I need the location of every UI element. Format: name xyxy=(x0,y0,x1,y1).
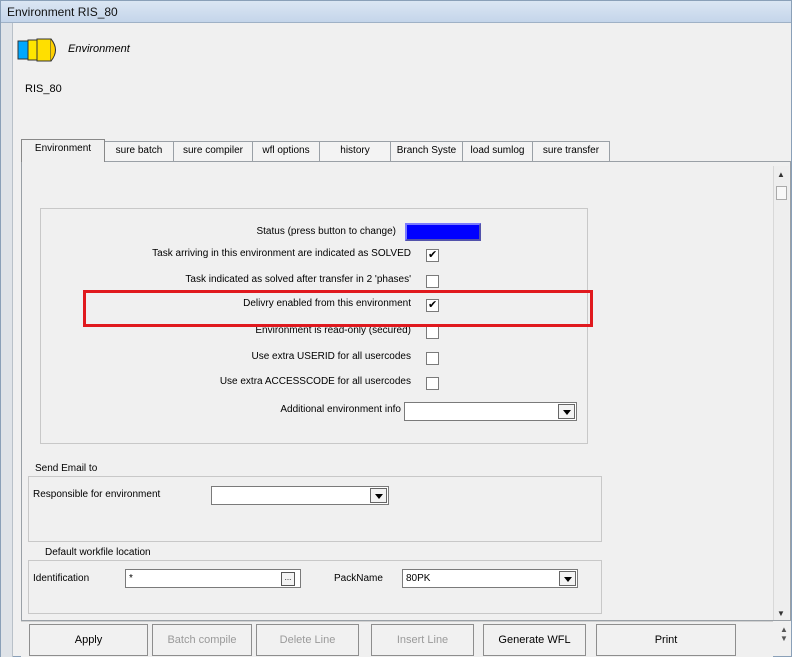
send-email-title: Send Email to xyxy=(33,463,100,474)
chevron-down-icon[interactable] xyxy=(370,488,387,503)
batch-compile-button[interactable]: Batch compile xyxy=(152,624,252,656)
identification-value: * xyxy=(129,573,133,584)
generate-wfl-button[interactable]: Generate WFL xyxy=(483,624,586,656)
tab-sure-compiler[interactable]: sure compiler xyxy=(173,141,253,161)
tab-environment[interactable]: Environment xyxy=(21,139,105,162)
environment-icon xyxy=(17,38,56,62)
solved-checkbox[interactable] xyxy=(426,248,439,262)
environment-heading: Environment xyxy=(68,43,130,55)
button-bar: Apply Batch compile Delete Line Insert L… xyxy=(21,621,773,657)
apply-button[interactable]: Apply xyxy=(29,624,148,656)
extra-accesscode-label: Use extra ACCESSCODE for all usercodes xyxy=(219,376,411,387)
packname-value: 80PK xyxy=(406,573,431,584)
chevron-down-icon[interactable] xyxy=(559,571,576,586)
packname-label: PackName xyxy=(334,573,383,584)
tab-sure-batch[interactable]: sure batch xyxy=(104,141,174,161)
send-email-group: Send Email to Responsible for environmen… xyxy=(28,463,602,542)
responsible-label: Responsible for environment xyxy=(33,489,161,500)
workfile-location-title: Default workfile location xyxy=(43,547,153,558)
insert-line-button[interactable]: Insert Line xyxy=(371,624,474,656)
packname-select[interactable]: 80PK xyxy=(402,569,578,588)
browse-icon[interactable]: ... xyxy=(281,572,295,586)
title-bar[interactable]: Environment RIS_80 xyxy=(1,1,791,23)
extra-userid-label: Use extra USERID for all usercodes xyxy=(251,351,411,362)
button-bar-scroll[interactable]: ▲ ▼ xyxy=(777,625,791,653)
tab-wfl-options[interactable]: wfl options xyxy=(252,141,320,161)
tab-sure-transfer[interactable]: sure transfer xyxy=(532,141,610,161)
environment-name: RIS_80 xyxy=(25,83,62,95)
two-phase-label: Task indicated as solved after transfer … xyxy=(185,274,411,285)
responsible-select[interactable] xyxy=(211,486,389,505)
solved-label: Task arriving in this environment are in… xyxy=(152,248,411,259)
read-only-checkbox[interactable] xyxy=(426,326,439,339)
left-rail xyxy=(1,23,13,657)
scroll-down-icon[interactable]: ▼ xyxy=(777,609,785,618)
scroll-thumb[interactable] xyxy=(776,186,787,200)
delivery-highlight-box xyxy=(83,290,593,327)
vertical-scrollbar[interactable]: ▲ ▼ xyxy=(773,166,789,620)
window-title: Environment RIS_80 xyxy=(7,5,118,19)
status-button[interactable] xyxy=(405,223,481,241)
chevron-down-icon[interactable] xyxy=(558,404,575,419)
status-label: Status (press button to change) xyxy=(256,226,396,237)
extra-accesscode-checkbox[interactable] xyxy=(426,377,439,390)
additional-info-label: Additional environment info xyxy=(280,404,401,415)
identification-label: Identification xyxy=(33,573,90,584)
print-button[interactable]: Print xyxy=(596,624,736,656)
identification-field[interactable]: * xyxy=(125,569,301,588)
tab-branch-system[interactable]: Branch Syste xyxy=(390,141,463,161)
tab-load-sumlog[interactable]: load sumlog xyxy=(462,141,533,161)
environment-tab-panel: Status (press button to change) Task arr… xyxy=(21,161,791,621)
delete-line-button[interactable]: Delete Line xyxy=(256,624,359,656)
additional-info-select[interactable] xyxy=(404,402,577,421)
extra-userid-checkbox[interactable] xyxy=(426,352,439,365)
tab-history[interactable]: history xyxy=(319,141,391,161)
environment-window: Environment RIS_80 Environment RIS_80 En… xyxy=(0,0,792,657)
workfile-location-group: Default workfile location Identification… xyxy=(28,547,602,614)
two-phase-checkbox[interactable] xyxy=(426,275,439,288)
scroll-up-icon[interactable]: ▲ xyxy=(777,170,785,179)
